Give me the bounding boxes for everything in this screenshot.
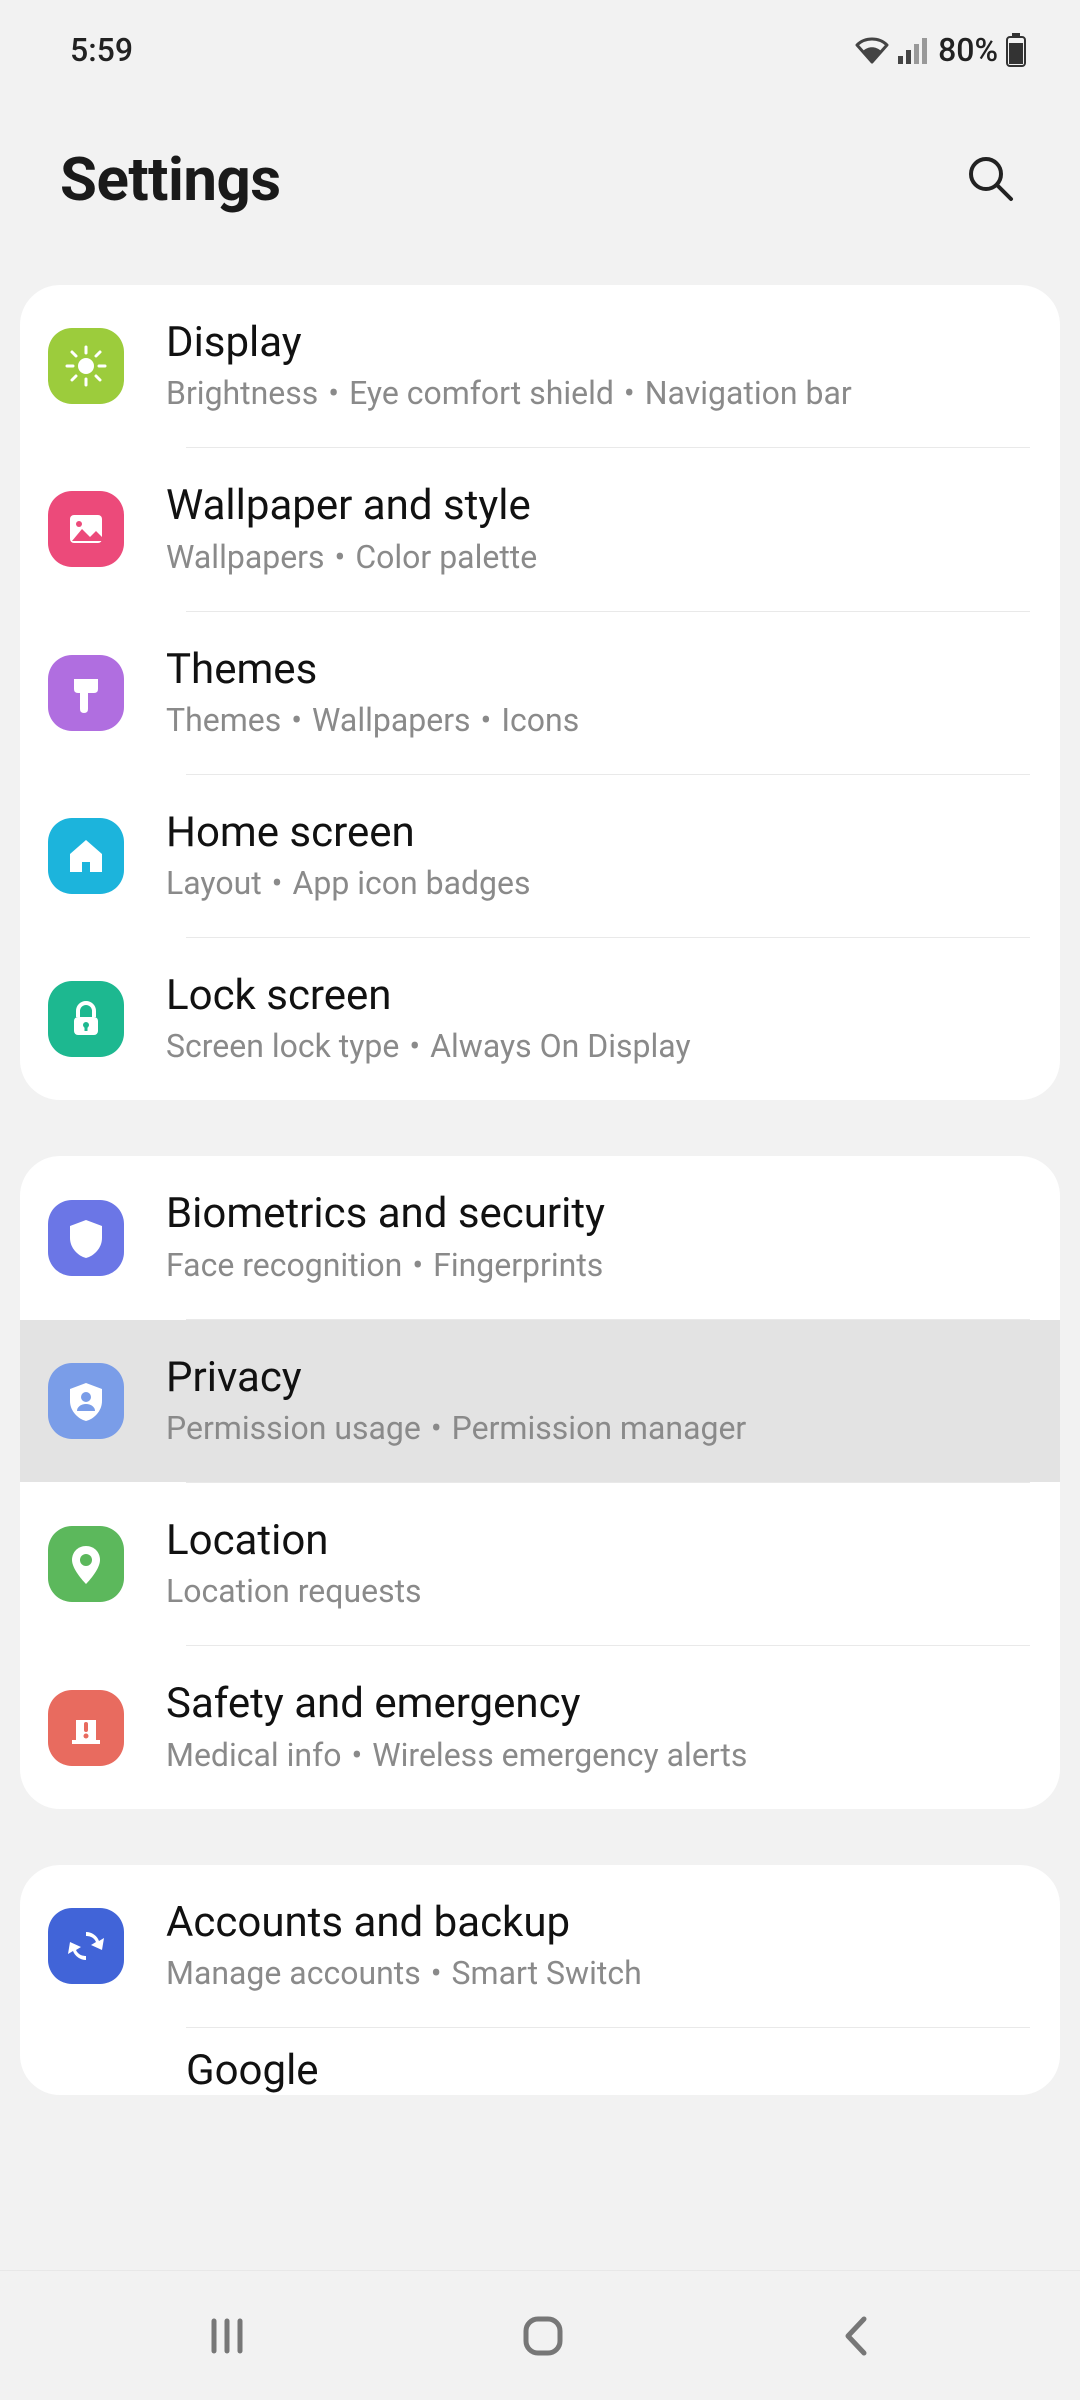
item-title: Wallpaper and style — [166, 482, 1032, 530]
settings-list: Display Brightness•Eye comfort shield•Nav… — [0, 285, 1080, 2385]
item-subtitle: Brightness•Eye comfort shield•Navigation… — [166, 373, 1032, 413]
item-title: Safety and emergency — [166, 1680, 1032, 1728]
item-title: Home screen — [166, 809, 1032, 857]
settings-item-home[interactable]: Home screen Layout•App icon badges — [20, 775, 1060, 937]
search-icon — [964, 192, 1016, 207]
battery-icon — [1006, 33, 1026, 67]
search-button[interactable] — [956, 144, 1024, 215]
settings-item-wallpaper[interactable]: Wallpaper and style Wallpapers•Color pale… — [20, 448, 1060, 610]
settings-item-privacy[interactable]: Privacy Permission usage•Permission manag… — [20, 1320, 1060, 1482]
item-subtitle: Layout•App icon badges — [166, 863, 1032, 903]
status-time: 5:59 — [70, 31, 133, 69]
item-title: Location — [166, 1517, 1032, 1565]
back-icon — [836, 2313, 876, 2359]
item-subtitle: Medical info•Wireless emergency alerts — [166, 1735, 1032, 1775]
item-subtitle: Screen lock type•Always On Display — [166, 1026, 1032, 1066]
item-subtitle: Permission usage•Permission manager — [166, 1408, 1032, 1448]
battery-label: 80% — [938, 31, 998, 69]
back-button[interactable] — [786, 2303, 926, 2369]
item-title: Privacy — [166, 1354, 1032, 1402]
settings-item-location[interactable]: Location Location requests — [20, 1483, 1060, 1645]
settings-item-lock[interactable]: Lock screen Screen lock type•Always On Di… — [20, 938, 1060, 1100]
alert-icon — [48, 1690, 124, 1766]
status-bar: 5:59 80% — [0, 0, 1080, 100]
settings-group: Display Brightness•Eye comfort shield•Nav… — [20, 285, 1060, 1100]
settings-item-safety[interactable]: Safety and emergency Medical info•Wireles… — [20, 1646, 1060, 1808]
recent-icon — [204, 2313, 250, 2359]
home-nav-icon — [518, 2311, 568, 2361]
home-button[interactable] — [468, 2301, 618, 2371]
settings-item-themes[interactable]: Themes Themes•Wallpapers•Icons — [20, 612, 1060, 774]
settings-item-biometrics[interactable]: Biometrics and security Face recognition•… — [20, 1156, 1060, 1318]
settings-group: Biometrics and security Face recognition•… — [20, 1156, 1060, 1808]
settings-item-partial[interactable]: Google — [20, 2028, 1060, 2095]
settings-header: Settings — [0, 100, 1080, 285]
sync-icon — [48, 1908, 124, 1984]
brush-icon — [48, 655, 124, 731]
item-subtitle: Manage accounts•Smart Switch — [166, 1953, 1032, 1993]
item-subtitle: Face recognition•Fingerprints — [166, 1245, 1032, 1285]
settings-item-accounts[interactable]: Accounts and backup Manage accounts•Smart… — [20, 1865, 1060, 2027]
wifi-icon — [854, 36, 890, 64]
item-title: Lock screen — [166, 972, 1032, 1020]
item-subtitle: Wallpapers•Color palette — [166, 537, 1032, 577]
status-right: 80% — [854, 31, 1026, 69]
recent-apps-button[interactable] — [154, 2303, 300, 2369]
item-subtitle: Themes•Wallpapers•Icons — [166, 700, 1032, 740]
shield-icon — [48, 1200, 124, 1276]
page-title: Settings — [60, 144, 281, 215]
shield-person-icon — [48, 1363, 124, 1439]
item-title: Accounts and backup — [166, 1899, 1032, 1947]
sun-icon — [48, 328, 124, 404]
item-title: Biometrics and security — [166, 1190, 1032, 1238]
settings-group: Accounts and backup Manage accounts•Smart… — [20, 1865, 1060, 2095]
lock-icon — [48, 981, 124, 1057]
picture-icon — [48, 491, 124, 567]
item-title: Themes — [166, 646, 1032, 694]
pin-icon — [48, 1526, 124, 1602]
navigation-bar — [0, 2270, 1080, 2400]
item-subtitle: Location requests — [166, 1571, 1032, 1611]
home-icon — [48, 818, 124, 894]
signal-icon — [898, 36, 930, 64]
settings-item-display[interactable]: Display Brightness•Eye comfort shield•Nav… — [20, 285, 1060, 447]
item-title: Display — [166, 319, 1032, 367]
